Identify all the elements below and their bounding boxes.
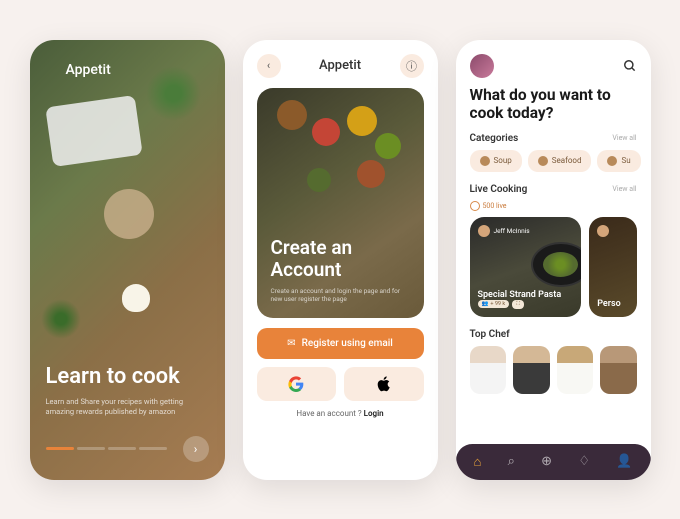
chef-card-1[interactable] bbox=[470, 346, 507, 394]
onboarding-sub: Learn and Share your recipes with gettin… bbox=[46, 397, 196, 418]
apple-login-button[interactable] bbox=[344, 367, 424, 401]
user-icon: 👤 bbox=[616, 454, 632, 469]
likes-chip: 👥+ 99 k bbox=[478, 300, 510, 308]
home-screen: What do you want to cook today? Categori… bbox=[456, 40, 651, 480]
onboarding-headline: Learn to cook bbox=[46, 364, 209, 389]
mail-icon: ✉ bbox=[287, 338, 295, 349]
food-icon bbox=[607, 156, 617, 166]
categories-viewall[interactable]: View all bbox=[612, 134, 636, 142]
topchef-title: Top Chef bbox=[470, 329, 510, 340]
bell-icon: ♢ bbox=[578, 454, 590, 469]
home-headline: What do you want to cook today? bbox=[470, 86, 637, 123]
category-chip-soup[interactable]: Soup bbox=[470, 150, 522, 172]
hero-image: Create an Account Create an account and … bbox=[257, 88, 424, 318]
login-link-row[interactable]: Have an account ? Login bbox=[257, 409, 424, 418]
login-link: Login bbox=[364, 409, 384, 418]
categories-title: Categories bbox=[470, 133, 519, 144]
nav-search[interactable]: ⌕ bbox=[508, 454, 515, 469]
live-count-badge: 500 live bbox=[470, 201, 637, 211]
chef-card-3[interactable] bbox=[557, 346, 594, 394]
register-email-label: Register using email bbox=[302, 338, 393, 349]
recipe-title-partial: Perso bbox=[597, 299, 628, 309]
avatar[interactable] bbox=[470, 54, 494, 78]
home-icon: ⌂ bbox=[474, 455, 482, 470]
hero-title: Create an Account bbox=[271, 237, 410, 281]
google-login-button[interactable] bbox=[257, 367, 337, 401]
progress-bars bbox=[46, 447, 167, 450]
seafood-icon bbox=[538, 156, 548, 166]
chevron-right-icon: › bbox=[194, 442, 198, 456]
chef-card-4[interactable] bbox=[600, 346, 637, 394]
nav-notifications[interactable]: ♢ bbox=[578, 454, 590, 469]
hero-sub: Create an account and login the page and… bbox=[271, 287, 410, 304]
expand-chip[interactable]: ⛶ bbox=[512, 300, 524, 309]
nav-home[interactable]: ⌂ bbox=[474, 454, 482, 470]
apple-icon bbox=[376, 376, 392, 392]
onboarding-screen: Appetit Learn to cook Learn and Share yo… bbox=[30, 40, 225, 480]
search-icon: ⌕ bbox=[508, 454, 515, 469]
live-card-2[interactable]: Perso bbox=[589, 217, 636, 317]
chef-avatar bbox=[597, 225, 609, 237]
back-button[interactable]: ‹ bbox=[257, 54, 281, 78]
info-button[interactable]: ⓘ bbox=[400, 54, 424, 78]
screen-title: Appetit bbox=[319, 58, 361, 73]
live-card-1[interactable]: Jeff McInnis Special Strand Pasta 👥+ 99 … bbox=[470, 217, 582, 317]
info-icon: ⓘ bbox=[406, 58, 417, 74]
live-viewall[interactable]: View all bbox=[612, 185, 636, 193]
nav-add[interactable]: ⊕ bbox=[541, 454, 552, 469]
brand-label: Appetit bbox=[66, 62, 209, 78]
bottom-nav: ⌂ ⌕ ⊕ ♢ 👤 bbox=[456, 444, 651, 480]
search-icon bbox=[623, 59, 637, 73]
plus-circle-icon: ⊕ bbox=[541, 454, 552, 469]
next-button[interactable]: › bbox=[183, 436, 209, 462]
category-chip-partial[interactable]: Su bbox=[597, 150, 640, 172]
live-title: Live Cooking bbox=[470, 184, 528, 195]
nav-profile[interactable]: 👤 bbox=[616, 454, 632, 469]
category-chip-seafood[interactable]: Seafood bbox=[528, 150, 592, 172]
recipe-title: Special Strand Pasta bbox=[478, 290, 574, 300]
chevron-left-icon: ‹ bbox=[267, 59, 270, 72]
register-screen: ‹ Appetit ⓘ Create an Account Create an … bbox=[243, 40, 438, 480]
register-email-button[interactable]: ✉ Register using email bbox=[257, 328, 424, 359]
search-button[interactable] bbox=[623, 59, 637, 73]
chef-card-2[interactable] bbox=[513, 346, 550, 394]
google-icon bbox=[288, 376, 304, 392]
chef-avatar bbox=[478, 225, 490, 237]
soup-icon bbox=[480, 156, 490, 166]
